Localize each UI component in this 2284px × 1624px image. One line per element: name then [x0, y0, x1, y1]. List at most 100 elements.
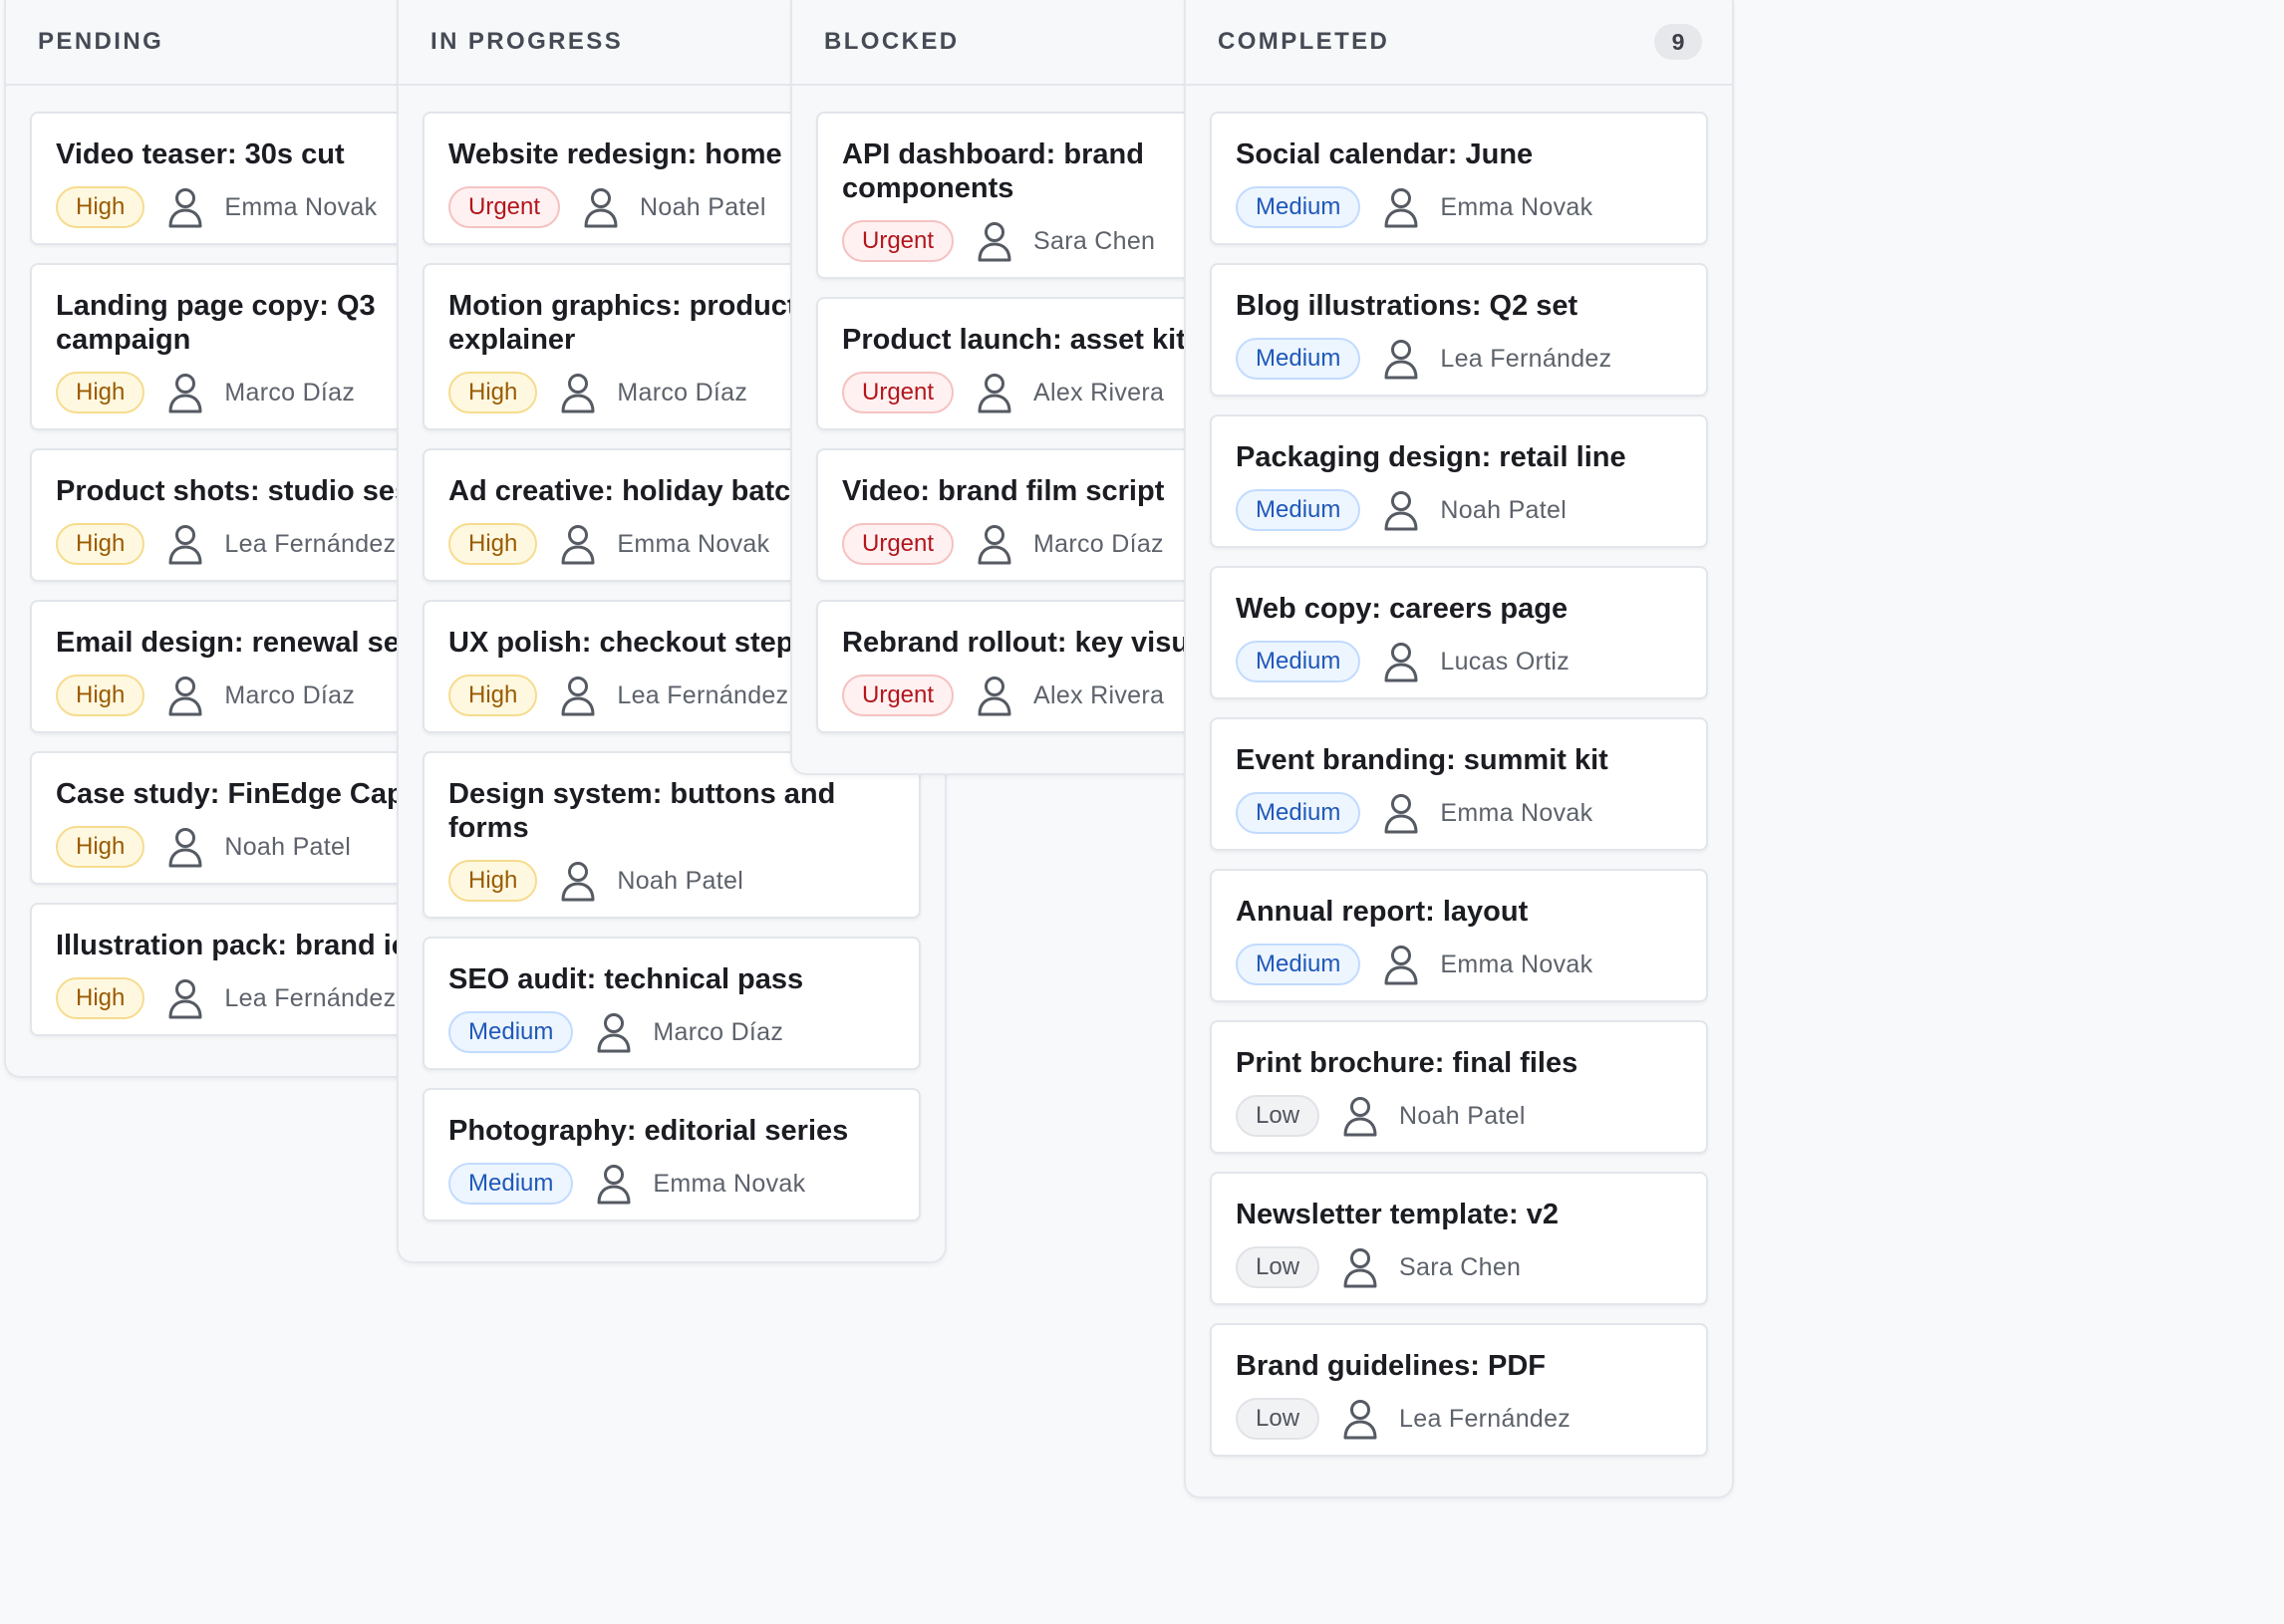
- assignee-name: Noah Patel: [1399, 1101, 1526, 1130]
- task-title: Social calendar: June: [1236, 138, 1534, 170]
- user-icon: [168, 828, 202, 868]
- task-card[interactable]: Design system: buttons and forms High No…: [423, 751, 921, 919]
- task-card[interactable]: Event branding: summit kit Medium Emma N…: [1210, 717, 1708, 851]
- task-card[interactable]: Blog illustrations: Q2 set Medium Lea Fe…: [1210, 263, 1708, 397]
- assignee: Marco Díaz: [559, 372, 747, 413]
- assignee: Emma Novak: [595, 1163, 805, 1205]
- task-title: Newsletter template: v2: [1236, 1199, 1559, 1230]
- assignee: Marco Díaz: [166, 372, 355, 413]
- priority-badge: Medium: [1236, 489, 1361, 531]
- assignee-name: Emma Novak: [617, 529, 770, 558]
- assignee: Alex Rivera: [976, 675, 1164, 716]
- priority-badge: Low: [1236, 1095, 1320, 1137]
- column-title: PENDING: [38, 28, 164, 55]
- task-card[interactable]: Annual report: layout Medium Emma Novak: [1210, 869, 1708, 1002]
- task-card[interactable]: Social calendar: June Medium Emma Novak: [1210, 112, 1708, 245]
- priority-badge: Urgent: [842, 523, 955, 565]
- task-title: Design system: buttons and forms: [448, 778, 836, 844]
- priority-badge: Urgent: [842, 675, 955, 716]
- assignee: Emma Novak: [1382, 792, 1592, 834]
- priority-badge: Low: [1236, 1246, 1320, 1288]
- column-count-badge: 9: [1654, 24, 1702, 60]
- task-title: SEO audit: technical pass: [448, 963, 804, 995]
- assignee-name: Lea Fernández: [1440, 344, 1612, 373]
- user-icon: [1384, 643, 1418, 682]
- user-icon: [1343, 1400, 1377, 1440]
- task-title: Annual report: layout: [1236, 896, 1529, 928]
- priority-badge: High: [56, 675, 145, 716]
- assignee: Emma Novak: [559, 523, 769, 565]
- assignee: Emma Novak: [166, 186, 377, 228]
- user-icon: [584, 188, 618, 228]
- task-title: Photography: editorial series: [448, 1115, 849, 1147]
- user-icon: [597, 1013, 631, 1053]
- assignee: Emma Novak: [1382, 944, 1592, 985]
- assignee: Lucas Ortiz: [1382, 641, 1570, 682]
- priority-badge: Medium: [1236, 792, 1361, 834]
- user-icon: [1384, 340, 1418, 380]
- task-title: Print brochure: final files: [1236, 1047, 1578, 1079]
- task-meta: Medium Emma Novak: [1236, 179, 1682, 243]
- user-icon: [1384, 491, 1418, 531]
- user-icon: [561, 374, 595, 413]
- assignee-name: Lea Fernández: [1399, 1404, 1571, 1433]
- assignee-name: Marco Díaz: [617, 378, 748, 406]
- priority-badge: Medium: [1236, 338, 1361, 380]
- user-icon: [168, 979, 202, 1019]
- task-meta: Low Noah Patel: [1236, 1088, 1682, 1152]
- task-meta: Medium Noah Patel: [1236, 482, 1682, 546]
- task-meta: Medium Marco Díaz: [448, 1004, 895, 1068]
- assignee-name: Emma Novak: [1440, 798, 1593, 827]
- task-card[interactable]: Print brochure: final files Low Noah Pat…: [1210, 1020, 1708, 1154]
- assignee-name: Noah Patel: [224, 832, 352, 861]
- priority-badge: Medium: [1236, 944, 1361, 985]
- task-title: Event branding: summit kit: [1236, 744, 1608, 776]
- task-meta: Low Sara Chen: [1236, 1239, 1682, 1303]
- assignee-name: Lea Fernández: [224, 529, 397, 558]
- task-meta: Medium Emma Novak: [1236, 785, 1682, 849]
- task-meta: Medium Lucas Ortiz: [1236, 634, 1682, 697]
- assignee: Marco Díaz: [166, 675, 355, 716]
- column-title: COMPLETED: [1218, 28, 1390, 55]
- assignee-name: Noah Patel: [1440, 495, 1568, 524]
- priority-badge: Urgent: [842, 220, 955, 262]
- assignee-name: Noah Patel: [617, 866, 744, 895]
- task-title: Web copy: careers page: [1236, 593, 1569, 625]
- assignee-name: Emma Novak: [653, 1169, 806, 1198]
- task-meta: Medium Emma Novak: [1236, 937, 1682, 1000]
- priority-badge: Medium: [1236, 641, 1361, 682]
- assignee-name: Alex Rivera: [1033, 680, 1165, 709]
- assignee: Lea Fernández: [1341, 1398, 1570, 1440]
- priority-badge: Urgent: [448, 186, 561, 228]
- task-card[interactable]: Brand guidelines: PDF Low Lea Fernández: [1210, 1323, 1708, 1457]
- user-icon: [978, 222, 1011, 262]
- user-icon: [561, 677, 595, 716]
- assignee: Emma Novak: [1382, 186, 1592, 228]
- assignee-name: Noah Patel: [640, 192, 766, 221]
- priority-badge: Medium: [1236, 186, 1361, 228]
- task-card[interactable]: Packaging design: retail line Medium Noa…: [1210, 414, 1708, 548]
- card-list: Social calendar: June Medium Emma Novak …: [1186, 86, 1732, 1457]
- assignee: Noah Patel: [559, 860, 743, 902]
- task-card[interactable]: SEO audit: technical pass Medium Marco D…: [423, 937, 921, 1070]
- user-icon: [978, 374, 1011, 413]
- priority-badge: High: [56, 372, 145, 413]
- assignee-name: Lea Fernández: [224, 983, 397, 1012]
- kanban-board: PENDING 6 Video teaser: 30s cut High Emm…: [0, 0, 2284, 1624]
- user-icon: [1384, 946, 1418, 985]
- task-card[interactable]: Newsletter template: v2 Low Sara Chen: [1210, 1172, 1708, 1305]
- task-title: Packaging design: retail line: [1236, 441, 1626, 473]
- priority-badge: High: [448, 372, 538, 413]
- task-card[interactable]: Photography: editorial series Medium Emm…: [423, 1088, 921, 1221]
- task-card[interactable]: Web copy: careers page Medium Lucas Orti…: [1210, 566, 1708, 699]
- task-title: Blog illustrations: Q2 set: [1236, 290, 1578, 322]
- priority-badge: Medium: [448, 1011, 574, 1053]
- assignee: Marco Díaz: [595, 1011, 783, 1053]
- user-icon: [1384, 794, 1418, 834]
- priority-badge: Medium: [448, 1163, 574, 1205]
- priority-badge: Urgent: [842, 372, 955, 413]
- assignee: Noah Patel: [582, 186, 766, 228]
- assignee-name: Lea Fernández: [617, 680, 789, 709]
- assignee: Lea Fernández: [166, 523, 396, 565]
- user-icon: [978, 525, 1011, 565]
